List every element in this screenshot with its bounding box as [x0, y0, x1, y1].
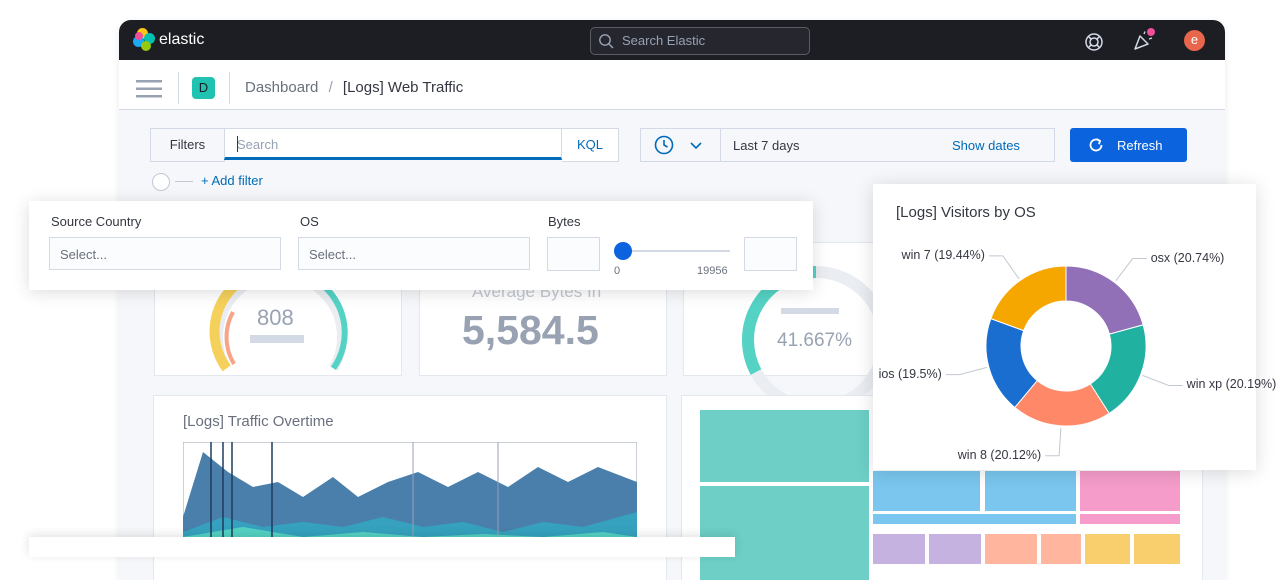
search-icon	[599, 34, 614, 49]
treemap-tile	[1041, 534, 1081, 564]
space-avatar[interactable]: D	[192, 77, 215, 99]
header-divider	[229, 72, 230, 104]
breadcrumb-separator: /	[328, 79, 333, 96]
menu-icon[interactable]	[136, 78, 164, 100]
traffic-panel-title: [Logs] Traffic Overtime	[183, 413, 334, 430]
treemap-tile	[929, 534, 981, 564]
donut-leader-line	[1115, 258, 1147, 282]
clock-icon	[654, 135, 674, 155]
donut-slice-osx[interactable]	[1065, 265, 1144, 335]
notification-dot	[1147, 28, 1155, 36]
treemap-tile	[1080, 514, 1180, 524]
filters-button[interactable]: Filters	[150, 128, 225, 162]
slice-label-win-8: win 8 (20.12%)	[957, 447, 1042, 462]
treemap-tile	[873, 534, 925, 564]
os-select[interactable]: Select...	[298, 237, 530, 270]
treemap-tile	[985, 534, 1037, 564]
quick-time-menu-button[interactable]	[640, 128, 722, 162]
time-range-value: Last 7 days	[733, 138, 800, 153]
os-label: OS	[300, 214, 319, 229]
text-cursor	[237, 136, 238, 152]
brand-name: elastic	[159, 31, 205, 48]
breadcrumb-dashboard-link[interactable]: Dashboard	[245, 79, 318, 96]
bottom-panel-card	[29, 537, 735, 557]
help-icon[interactable]	[1084, 32, 1104, 52]
bytes-range-handle[interactable]	[614, 242, 632, 260]
filter-options-toggle[interactable]	[152, 173, 170, 191]
refresh-label: Refresh	[1117, 138, 1163, 153]
gauge-label-bar	[250, 335, 304, 343]
donut-leader-line	[945, 366, 987, 376]
treemap-tile	[700, 486, 869, 580]
slice-label-ios: ios (19.5%)	[878, 366, 942, 381]
treemap-tile	[873, 514, 1076, 524]
bytes-max-input[interactable]	[744, 237, 797, 271]
slice-label-win-7: win 7 (19.44%)	[901, 247, 985, 262]
refresh-button[interactable]: Refresh	[1070, 128, 1187, 162]
elastic-logo-icon[interactable]	[133, 28, 157, 52]
slice-label-win-xp: win xp (20.19%)	[1186, 377, 1277, 392]
breadcrumb: Dashboard / [Logs] Web Traffic	[245, 79, 463, 96]
chevron-down-icon	[690, 142, 702, 150]
traffic-area-chart	[183, 442, 637, 542]
bytes-range-track[interactable]	[623, 250, 730, 252]
add-filter-link[interactable]: + Add filter	[201, 173, 263, 188]
kql-toggle-button[interactable]: KQL	[562, 128, 619, 162]
slice-label-osx: osx (20.74%)	[1150, 250, 1225, 265]
global-search-input[interactable]: Search Elastic	[590, 27, 810, 55]
bytes-range-max: 19956	[697, 265, 728, 277]
percent-value: 41.667%	[777, 330, 853, 351]
bytes-label: Bytes	[548, 214, 581, 229]
bytes-range-min: 0	[614, 265, 621, 277]
average-bytes-value: 5,584.5	[462, 307, 599, 353]
gauge-value: 808	[257, 305, 294, 330]
filter-connector	[175, 181, 193, 182]
show-dates-link[interactable]: Show dates	[952, 138, 1020, 153]
percent-label-bar	[781, 308, 839, 314]
treemap-tile	[700, 410, 869, 482]
bytes-min-input[interactable]	[547, 237, 600, 271]
donut-leader-line	[1142, 374, 1183, 386]
top-nav-bar: elastic Search Elastic e	[119, 20, 1225, 60]
source-country-placeholder: Select...	[60, 247, 107, 262]
user-avatar[interactable]: e	[1184, 30, 1205, 51]
treemap-tile	[1134, 534, 1180, 564]
header-divider	[178, 72, 179, 104]
query-placeholder: Search	[237, 137, 279, 152]
refresh-icon	[1089, 138, 1103, 152]
treemap-tile	[1080, 471, 1180, 511]
donut-leader-line	[988, 255, 1020, 280]
os-placeholder: Select...	[309, 247, 356, 262]
query-input[interactable]: Search	[224, 128, 562, 160]
page-title: [Logs] Web Traffic	[342, 79, 464, 96]
donut-leader-line	[1045, 427, 1062, 457]
treemap-tile	[985, 471, 1076, 511]
visitors-by-os-donut-chart	[945, 255, 1183, 457]
search-placeholder: Search Elastic	[622, 33, 706, 48]
source-country-select[interactable]: Select...	[49, 237, 281, 270]
source-country-label: Source Country	[51, 214, 142, 229]
donut-slice-win-7[interactable]	[990, 265, 1067, 332]
treemap-tile	[1085, 534, 1130, 564]
time-range-picker[interactable]: Last 7 days Show dates	[720, 128, 1055, 162]
treemap-tile	[873, 471, 980, 511]
